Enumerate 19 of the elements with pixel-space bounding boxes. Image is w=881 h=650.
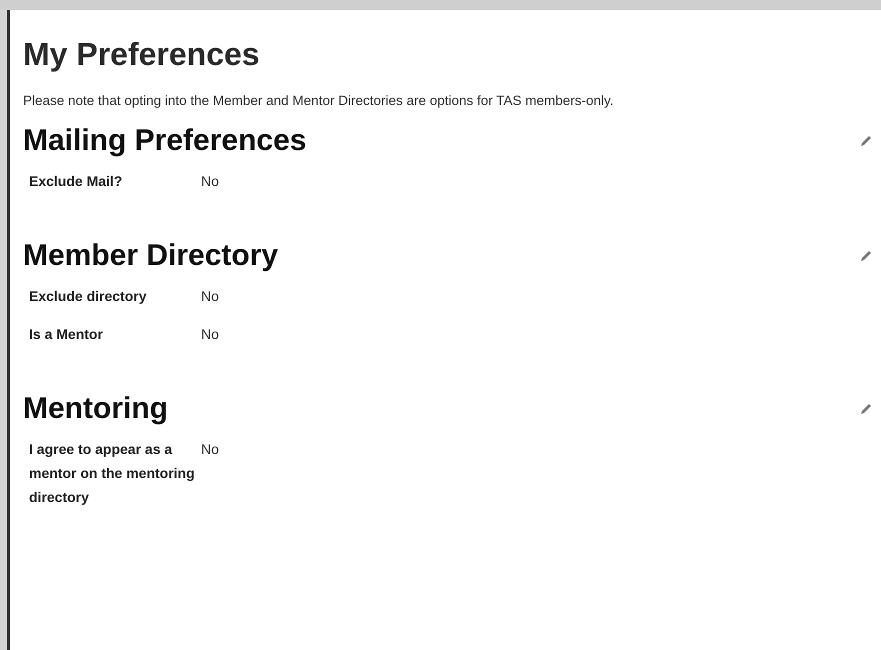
pencil-icon [860,250,872,262]
field-label: Is a Mentor [29,325,104,344]
field-label: I agree to appear as a mentor on the mentoring directory [29,440,196,507]
pencil-icon [860,135,872,147]
edit-button[interactable] [859,134,873,148]
page-title: My Preferences [23,36,261,73]
edit-button[interactable] [859,249,873,263]
edit-button[interactable] [859,402,873,416]
field-label: Exclude directory [29,287,148,306]
field-label: Exclude Mail? [29,172,124,191]
field-value: No [201,287,219,306]
field-value: No [201,325,219,344]
note-text: Please note that opting into the Member and Mentor Directories are options for TAS members-only. [23,93,615,108]
section-title: Mailing Preferences [23,124,306,158]
field-value: No [201,172,219,191]
field-value: No [201,440,219,459]
pencil-icon [860,403,872,415]
section-title: Mentoring [23,392,168,426]
section-title: Member Directory [23,239,278,273]
